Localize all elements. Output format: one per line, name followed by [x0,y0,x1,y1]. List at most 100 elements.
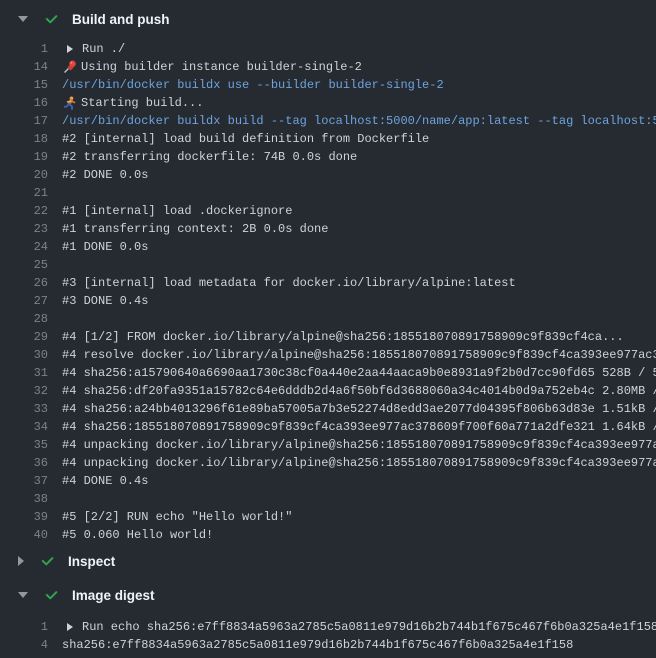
line-text: #4 unpacking docker.io/library/alpine@sh… [62,436,656,454]
log-line: 30 #4 resolve docker.io/library/alpine@s… [0,346,656,364]
line-number[interactable]: 34 [0,418,48,436]
log-line: 31 #4 sha256:a15790640a6690aa1730c38cf0a… [0,364,656,382]
log-line: 34 #4 sha256:185518070891758909c9f839cf4… [0,418,656,436]
line-text: Run echo sha256:e7ff8834a5963a2785c5a081… [82,618,656,636]
chevron-down-icon[interactable] [18,592,28,598]
line-text: #3 DONE 0.4s [62,292,148,310]
expander-icon[interactable] [67,45,73,53]
line-text: Run ./ [82,40,125,58]
log-line: 22 #1 [internal] load .dockerignore [0,202,656,220]
line-number[interactable]: 36 [0,454,48,472]
line-number[interactable]: 25 [0,256,48,274]
log-line: 1 Run echo sha256:e7ff8834a5963a2785c5a0… [0,618,656,636]
log-line: 4 sha256:e7ff8834a5963a2785c5a0811e979d1… [0,636,656,654]
log-line: 23 #1 transferring context: 2B 0.0s done [0,220,656,238]
line-text: #4 sha256:a24bb4013296f61e89ba57005a7b3e… [62,400,656,418]
line-number[interactable]: 28 [0,310,48,328]
step-log-lines: 1 Run echo sha256:e7ff8834a5963a2785c5a0… [0,618,656,654]
line-number[interactable]: 21 [0,184,48,202]
line-number[interactable]: 23 [0,220,48,238]
log-line: 32 #4 sha256:df20fa9351a15782c64e6dddb2d… [0,382,656,400]
log-line: 19 #2 transferring dockerfile: 74B 0.0s … [0,148,656,166]
line-text: Starting build... [81,94,203,112]
line-number[interactable]: 15 [0,76,48,94]
step-section: Build and push 1 Run ./ 14 Using builder… [0,6,656,544]
log-line: 33 #4 sha256:a24bb4013296f61e89ba57005a7… [0,400,656,418]
line-number[interactable]: 17 [0,112,48,130]
line-text: sha256:e7ff8834a5963a2785c5a0811e979d16b… [62,636,573,654]
line-text: #3 [internal] load metadata for docker.i… [62,274,516,292]
line-number[interactable]: 32 [0,382,48,400]
line-number[interactable]: 1 [0,618,48,636]
line-text: #2 [internal] load build definition from… [62,130,429,148]
log-line: 40 #5 0.060 Hello world! [0,526,656,544]
step-log-lines: 1 Run ./ 14 Using builder instance build… [0,40,656,544]
step-title: Build and push [72,12,170,27]
line-number[interactable]: 39 [0,508,48,526]
line-text: Using builder instance builder-single-2 [81,58,362,76]
check-icon [44,588,59,603]
line-text: #2 transferring dockerfile: 74B 0.0s don… [62,148,357,166]
line-text: #1 transferring context: 2B 0.0s done [62,220,328,238]
log-line: 27 #3 DONE 0.4s [0,292,656,310]
pushpin-icon [62,60,80,74]
line-number[interactable]: 22 [0,202,48,220]
line-text: #4 sha256:a15790640a6690aa1730c38cf0a440… [62,364,656,382]
check-icon [44,12,59,27]
chevron-down-icon[interactable] [18,16,28,22]
line-number[interactable]: 29 [0,328,48,346]
line-number[interactable]: 14 [0,58,48,76]
line-number[interactable]: 18 [0,130,48,148]
line-number[interactable]: 30 [0,346,48,364]
log-line: 38 [0,490,656,508]
line-text: /usr/bin/docker buildx use --builder bui… [62,76,444,94]
step-section: Inspect [0,548,656,574]
line-number[interactable]: 35 [0,436,48,454]
line-number[interactable]: 31 [0,364,48,382]
line-text: /usr/bin/docker buildx build --tag local… [62,112,656,130]
runner-icon [62,96,80,110]
log-line: 17 /usr/bin/docker buildx build --tag lo… [0,112,656,130]
chevron-right-icon[interactable] [18,556,24,566]
log-line: 36 #4 unpacking docker.io/library/alpine… [0,454,656,472]
log-line: 18 #2 [internal] load build definition f… [0,130,656,148]
log-line: 24 #1 DONE 0.0s [0,238,656,256]
line-text: #4 DONE 0.4s [62,472,148,490]
step-header-image-digest[interactable]: Image digest [0,582,656,608]
expander-icon[interactable] [67,623,73,631]
line-number[interactable]: 40 [0,526,48,544]
line-number[interactable]: 16 [0,94,48,112]
line-number[interactable]: 33 [0,400,48,418]
log-line: 20 #2 DONE 0.0s [0,166,656,184]
line-text: #1 DONE 0.0s [62,238,148,256]
log-line: 25 [0,256,656,274]
log-line: 21 [0,184,656,202]
step-header-inspect[interactable]: Inspect [0,548,656,574]
line-text: #4 sha256:185518070891758909c9f839cf4ca3… [62,418,656,436]
line-number[interactable]: 20 [0,166,48,184]
log-line: 1 Run ./ [0,40,656,58]
line-number[interactable]: 27 [0,292,48,310]
log-line: 39 #5 [2/2] RUN echo "Hello world!" [0,508,656,526]
line-number[interactable]: 4 [0,636,48,654]
line-number[interactable]: 37 [0,472,48,490]
step-section: Image digest 1 Run echo sha256:e7ff8834a… [0,582,656,654]
line-number[interactable]: 38 [0,490,48,508]
line-text: #4 sha256:df20fa9351a15782c64e6dddb2d4a6… [62,382,656,400]
line-number[interactable]: 19 [0,148,48,166]
line-text: #4 unpacking docker.io/library/alpine@sh… [62,454,656,472]
line-text: #1 [internal] load .dockerignore [62,202,292,220]
log-line: 15 /usr/bin/docker buildx use --builder … [0,76,656,94]
step-header-build-and-push[interactable]: Build and push [0,6,656,32]
line-number[interactable]: 1 [0,40,48,58]
line-number[interactable]: 24 [0,238,48,256]
line-number[interactable]: 26 [0,274,48,292]
line-text: #2 DONE 0.0s [62,166,148,184]
log-line: 37 #4 DONE 0.4s [0,472,656,490]
check-icon [40,554,55,569]
line-text: #5 0.060 Hello world! [62,526,213,544]
log-line: 35 #4 unpacking docker.io/library/alpine… [0,436,656,454]
line-text: #4 resolve docker.io/library/alpine@sha2… [62,346,656,364]
log-line: 28 [0,310,656,328]
actions-log-viewer: Build and push 1 Run ./ 14 Using builder… [0,0,656,658]
